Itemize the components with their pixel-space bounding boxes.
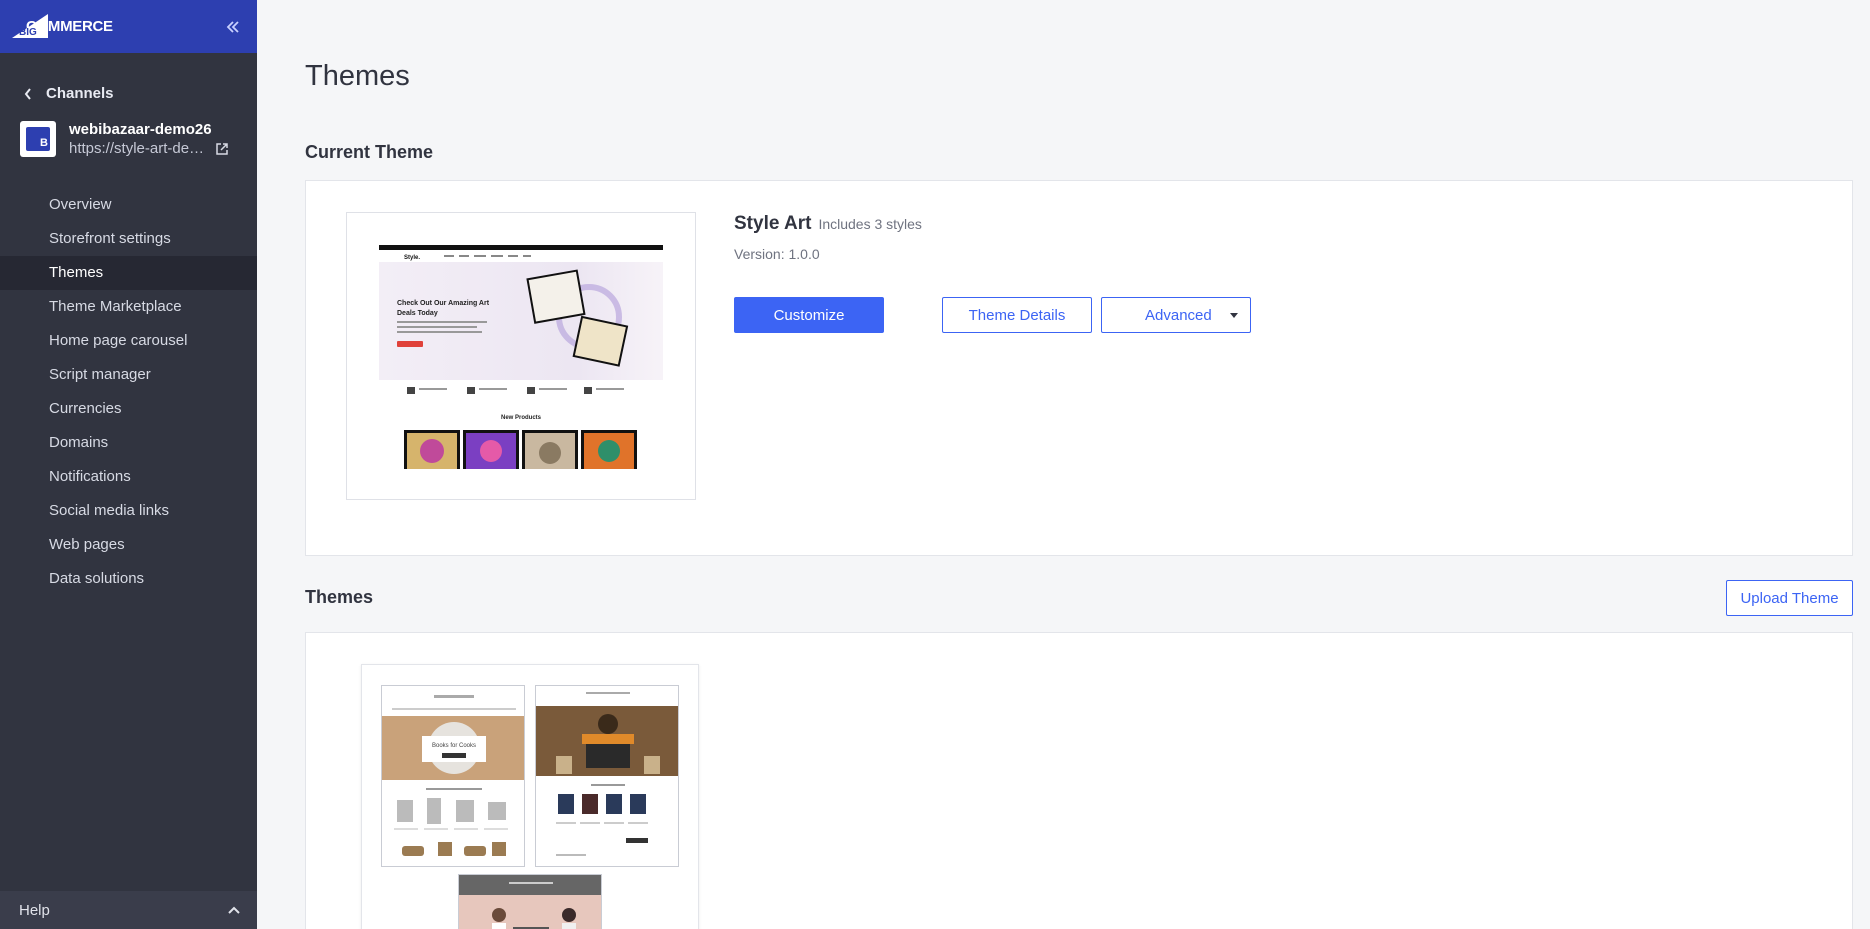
current-theme-heading: Current Theme: [305, 142, 434, 162]
theme-name: Style Art: [734, 213, 812, 234]
theme-screenshot: Style. Check Out Our Amazing Art Deals T…: [379, 245, 663, 469]
variation-image: [459, 875, 601, 929]
sidebar: BIG COMMERCE Channels B webibazaar-demo2…: [0, 0, 257, 929]
caret-down-icon: [1230, 313, 1238, 318]
store-info: B webibazaar-demo26 https://style-art-de…: [20, 121, 229, 157]
theme-screenshot-image: Style. Check Out Our Amazing Art Deals T…: [379, 245, 663, 469]
theme-name-row: Style Art Includes 3 styles: [734, 213, 922, 235]
variation-image: [536, 686, 678, 856]
nav-item-web-pages[interactable]: Web pages: [0, 528, 257, 562]
external-link-icon[interactable]: [215, 142, 229, 156]
svg-text:Books for Cooks: Books for Cooks: [432, 743, 476, 749]
page-title: Themes: [305, 60, 410, 92]
help-toggle[interactable]: Help: [0, 891, 257, 929]
nav-item-notifications[interactable]: Notifications: [0, 460, 257, 494]
chevron-left-icon: [24, 87, 31, 100]
main-content: Themes Current Theme Style. Check Out Ou…: [257, 0, 1870, 929]
nav-item-currencies[interactable]: Currencies: [0, 392, 257, 426]
channels-back-link[interactable]: Channels: [24, 85, 114, 102]
svg-text:Check Out Our Amazing Art: Check Out Our Amazing Art: [397, 300, 490, 307]
themes-card: Books for Cooks: [305, 632, 1853, 929]
theme-variation-preview: Books for Cooks: [381, 685, 525, 867]
nav-item-domains[interactable]: Domains: [0, 426, 257, 460]
nav-item-script-manager[interactable]: Script manager: [0, 358, 257, 392]
themes-heading: Themes: [305, 587, 374, 607]
store-url-link[interactable]: https://style-art-demo26.mybigcommerce.c…: [69, 140, 209, 157]
channels-label: Channels: [46, 85, 114, 102]
brand-bar: BIG COMMERCE: [0, 0, 257, 53]
customize-button[interactable]: Customize: [734, 297, 884, 333]
nav-item-home-page-carousel[interactable]: Home page carousel: [0, 324, 257, 358]
variation-image: Books for Cooks: [382, 686, 524, 856]
nav-item-social-media-links[interactable]: Social media links: [0, 494, 257, 528]
nav-item-themes[interactable]: Themes: [0, 256, 257, 290]
theme-version: Version: 1.0.0: [734, 246, 820, 262]
store-logo-icon: B: [26, 127, 50, 151]
theme-details-button[interactable]: Theme Details: [942, 297, 1092, 333]
svg-text:Style.: Style.: [404, 255, 420, 261]
svg-text:New Products: New Products: [501, 415, 542, 421]
theme-variation-preview: [458, 874, 602, 929]
advanced-dropdown-button[interactable]: Advanced: [1101, 297, 1251, 333]
advanced-label: Advanced: [1145, 306, 1212, 324]
store-avatar: B: [20, 121, 56, 157]
svg-text:BIG: BIG: [19, 27, 37, 38]
nav-item-data-solutions[interactable]: Data solutions: [0, 562, 257, 596]
nav-item-theme-marketplace[interactable]: Theme Marketplace: [0, 290, 257, 324]
nav-item-storefront-settings[interactable]: Storefront settings: [0, 222, 257, 256]
store-name: webibazaar-demo26: [69, 121, 212, 138]
collapse-sidebar-icon[interactable]: [223, 17, 243, 37]
theme-card[interactable]: Books for Cooks: [361, 664, 699, 929]
theme-variation-preview: [535, 685, 679, 867]
logo-mark-icon: BIG: [12, 14, 48, 38]
nav-item-overview[interactable]: Overview: [0, 188, 257, 222]
svg-text:Deals Today: Deals Today: [397, 310, 438, 317]
channel-nav: Overview Storefront settings Themes Them…: [0, 188, 257, 596]
current-theme-card: Style. Check Out Our Amazing Art Deals T…: [305, 180, 1853, 556]
bigcommerce-logo[interactable]: BIG COMMERCE: [12, 14, 113, 38]
theme-styles-note: Includes 3 styles: [818, 216, 922, 232]
chevron-up-icon: [228, 906, 240, 914]
upload-theme-button[interactable]: Upload Theme: [1726, 580, 1853, 616]
current-theme-preview[interactable]: Style. Check Out Our Amazing Art Deals T…: [346, 212, 696, 500]
help-label: Help: [19, 901, 50, 919]
